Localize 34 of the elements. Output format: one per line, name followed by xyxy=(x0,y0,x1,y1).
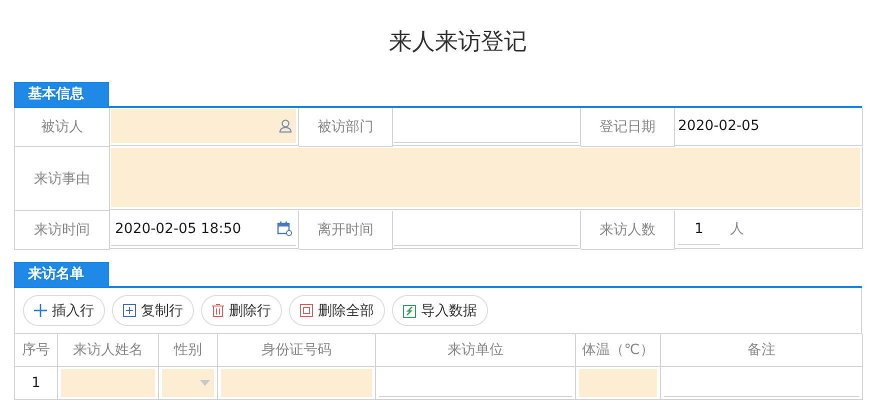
visitee-field[interactable] xyxy=(111,109,296,143)
field-label: 登记日期 xyxy=(581,108,675,147)
column-header: 来访人姓名 xyxy=(58,334,159,367)
copy-icon xyxy=(123,304,136,317)
trash-icon xyxy=(212,304,224,317)
column-header: 身份证号码 xyxy=(218,334,376,367)
calendar-icon[interactable] xyxy=(277,221,292,236)
textarea-field[interactable] xyxy=(111,148,860,207)
field-label: 来访时间 xyxy=(15,211,110,250)
plus-icon xyxy=(34,304,47,317)
field-label: 被访人 xyxy=(15,108,110,147)
delete-all-icon xyxy=(300,304,313,317)
toolbar-button[interactable]: 导入数据 xyxy=(392,295,488,326)
unit-label: 人 xyxy=(730,220,744,238)
person-icon[interactable] xyxy=(279,118,292,132)
import-icon xyxy=(403,304,416,318)
toolbar-button[interactable]: 删除行 xyxy=(201,295,282,326)
column-header: 体温（℃） xyxy=(576,334,661,367)
field-label: 离开时间 xyxy=(299,211,393,250)
column-header: 性别 xyxy=(159,334,218,367)
dropdown-caret-icon[interactable] xyxy=(200,380,210,386)
toolbar-button[interactable]: 插入行 xyxy=(23,295,105,326)
field-value: 2020-02-05 xyxy=(677,118,760,134)
toolbar-button[interactable]: 删除全部 xyxy=(289,295,385,326)
field-label: 来访人数 xyxy=(581,211,675,250)
field-label: 来访事由 xyxy=(15,147,110,211)
column-header: 序号 xyxy=(15,334,58,367)
select-field[interactable] xyxy=(162,369,214,397)
page-title: 来人来访登记 xyxy=(388,28,528,56)
column-header: 来访单位 xyxy=(376,334,576,367)
toolbar-button[interactable]: 复制行 xyxy=(112,295,194,326)
row-number: 1 xyxy=(32,375,40,391)
field-label: 被访部门 xyxy=(299,108,393,147)
column-header: 备注 xyxy=(661,334,863,367)
